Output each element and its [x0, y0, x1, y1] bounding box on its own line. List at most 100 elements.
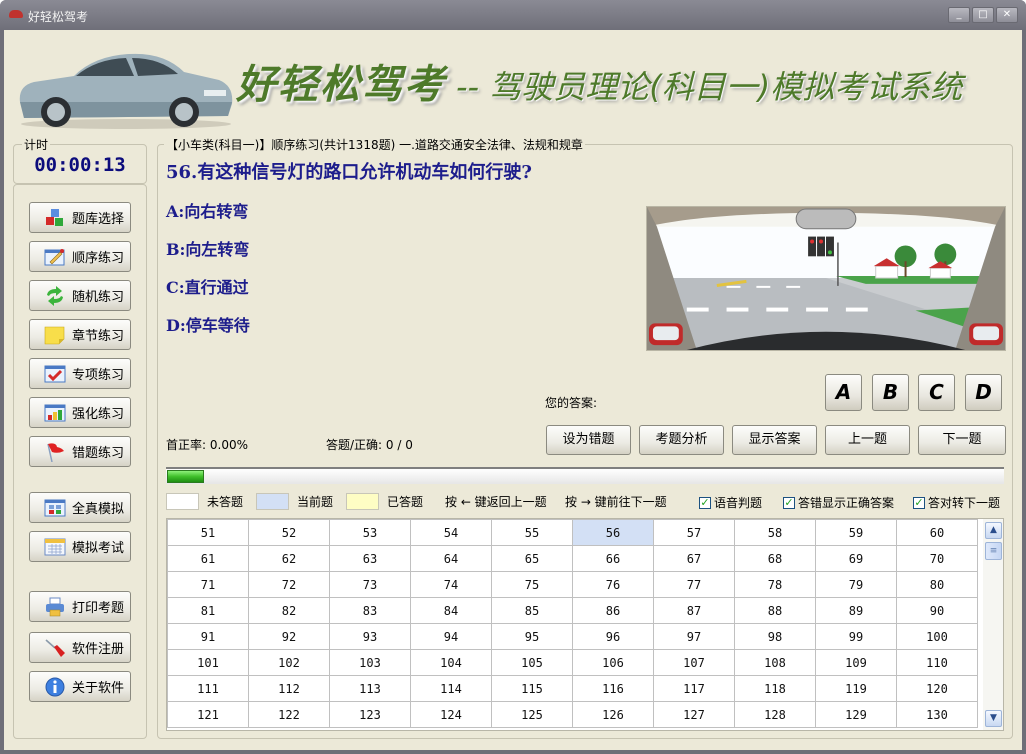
question-cell[interactable]: 59 — [815, 519, 897, 546]
question-cell[interactable]: 100 — [896, 623, 978, 650]
question-cell[interactable]: 67 — [653, 545, 735, 572]
question-cell[interactable]: 79 — [815, 571, 897, 598]
nav-register-button[interactable]: 软件注册 — [29, 632, 131, 663]
question-cell[interactable]: 58 — [734, 519, 816, 546]
question-cell[interactable]: 112 — [248, 675, 330, 702]
question-cell[interactable]: 71 — [167, 571, 249, 598]
question-cell[interactable]: 64 — [410, 545, 492, 572]
nav-intensive-button[interactable]: 强化练习 — [29, 397, 131, 428]
voice-judge-checkbox[interactable]: ✓ 语音判题 — [699, 494, 762, 511]
question-cell-current[interactable]: 56 — [572, 519, 654, 546]
question-cell[interactable]: 128 — [734, 701, 816, 728]
question-cell[interactable]: 116 — [572, 675, 654, 702]
question-cell[interactable]: 119 — [815, 675, 897, 702]
previous-question-button[interactable]: 上一题 — [825, 425, 910, 455]
checkbox-checked-icon[interactable]: ✓ — [699, 496, 711, 509]
question-cell[interactable]: 125 — [491, 701, 573, 728]
question-cell[interactable]: 108 — [734, 649, 816, 676]
nav-sequential-button[interactable]: 顺序练习 — [29, 241, 131, 272]
question-cell[interactable]: 113 — [329, 675, 411, 702]
option-a[interactable]: A:向右转弯 — [166, 198, 248, 222]
next-question-button[interactable]: 下一题 — [918, 425, 1006, 455]
vertical-scrollbar[interactable]: ▲ ≡ ▼ — [983, 519, 1003, 730]
question-cell[interactable]: 104 — [410, 649, 492, 676]
question-cell[interactable]: 51 — [167, 519, 249, 546]
question-cell[interactable]: 57 — [653, 519, 735, 546]
nav-random-button[interactable]: 随机练习 — [29, 280, 131, 311]
option-c[interactable]: C:直行通过 — [166, 274, 249, 298]
question-cell[interactable]: 95 — [491, 623, 573, 650]
question-cell[interactable]: 78 — [734, 571, 816, 598]
question-cell[interactable]: 121 — [167, 701, 249, 728]
question-cell[interactable]: 72 — [248, 571, 330, 598]
question-cell[interactable]: 107 — [653, 649, 735, 676]
nav-print-button[interactable]: 打印考题 — [29, 591, 131, 622]
question-cell[interactable]: 54 — [410, 519, 492, 546]
question-cell[interactable]: 106 — [572, 649, 654, 676]
show-correct-on-wrong-checkbox[interactable]: ✓ 答错显示正确答案 — [783, 494, 894, 511]
question-cell[interactable]: 103 — [329, 649, 411, 676]
question-cell[interactable]: 62 — [248, 545, 330, 572]
question-cell[interactable]: 130 — [896, 701, 978, 728]
question-cell[interactable]: 65 — [491, 545, 573, 572]
question-cell[interactable]: 82 — [248, 597, 330, 624]
question-cell[interactable]: 92 — [248, 623, 330, 650]
mark-wrong-button[interactable]: 设为错题 — [546, 425, 631, 455]
nav-full-simulation-button[interactable]: 全真模拟 — [29, 492, 131, 523]
question-cell[interactable]: 75 — [491, 571, 573, 598]
question-cell[interactable]: 120 — [896, 675, 978, 702]
question-cell[interactable]: 127 — [653, 701, 735, 728]
question-cell[interactable]: 97 — [653, 623, 735, 650]
question-cell[interactable]: 69 — [815, 545, 897, 572]
show-answer-button[interactable]: 显示答案 — [732, 425, 817, 455]
question-cell[interactable]: 88 — [734, 597, 816, 624]
answer-d-button[interactable]: D — [965, 374, 1002, 411]
close-button[interactable]: ✕ — [996, 7, 1018, 23]
question-cell[interactable]: 101 — [167, 649, 249, 676]
answer-b-button[interactable]: B — [872, 374, 909, 411]
question-cell[interactable]: 70 — [896, 545, 978, 572]
question-cell[interactable]: 122 — [248, 701, 330, 728]
question-cell[interactable]: 123 — [329, 701, 411, 728]
checkbox-checked-icon[interactable]: ✓ — [913, 496, 925, 509]
question-cell[interactable]: 53 — [329, 519, 411, 546]
question-cell[interactable]: 117 — [653, 675, 735, 702]
question-cell[interactable]: 102 — [248, 649, 330, 676]
maximize-button[interactable]: □ — [972, 7, 994, 23]
question-cell[interactable]: 74 — [410, 571, 492, 598]
question-cell[interactable]: 110 — [896, 649, 978, 676]
question-cell[interactable]: 115 — [491, 675, 573, 702]
checkbox-checked-icon[interactable]: ✓ — [783, 496, 795, 509]
question-cell[interactable]: 85 — [491, 597, 573, 624]
question-cell[interactable]: 87 — [653, 597, 735, 624]
question-cell[interactable]: 99 — [815, 623, 897, 650]
question-cell[interactable]: 68 — [734, 545, 816, 572]
auto-next-on-correct-checkbox[interactable]: ✓ 答对转下一题 — [913, 494, 1000, 511]
scroll-up-icon[interactable]: ▲ — [985, 522, 1002, 539]
question-cell[interactable]: 84 — [410, 597, 492, 624]
nav-question-bank-button[interactable]: 题库选择 — [29, 202, 131, 233]
option-b[interactable]: B:向左转弯 — [166, 236, 249, 260]
scroll-thumb[interactable]: ≡ — [985, 542, 1002, 560]
question-cell[interactable]: 126 — [572, 701, 654, 728]
question-cell[interactable]: 61 — [167, 545, 249, 572]
nav-special-button[interactable]: 专项练习 — [29, 358, 131, 389]
scroll-down-icon[interactable]: ▼ — [985, 710, 1002, 727]
nav-mock-exam-button[interactable]: 模拟考试 — [29, 531, 131, 562]
question-cell[interactable]: 60 — [896, 519, 978, 546]
question-cell[interactable]: 80 — [896, 571, 978, 598]
question-cell[interactable]: 96 — [572, 623, 654, 650]
question-cell[interactable]: 66 — [572, 545, 654, 572]
minimize-button[interactable]: _ — [948, 7, 970, 23]
nav-chapter-button[interactable]: 章节练习 — [29, 319, 131, 350]
question-cell[interactable]: 109 — [815, 649, 897, 676]
question-cell[interactable]: 118 — [734, 675, 816, 702]
question-cell[interactable]: 90 — [896, 597, 978, 624]
question-cell[interactable]: 77 — [653, 571, 735, 598]
question-cell[interactable]: 124 — [410, 701, 492, 728]
question-cell[interactable]: 63 — [329, 545, 411, 572]
question-cell[interactable]: 55 — [491, 519, 573, 546]
question-cell[interactable]: 91 — [167, 623, 249, 650]
answer-c-button[interactable]: C — [918, 374, 955, 411]
question-cell[interactable]: 73 — [329, 571, 411, 598]
